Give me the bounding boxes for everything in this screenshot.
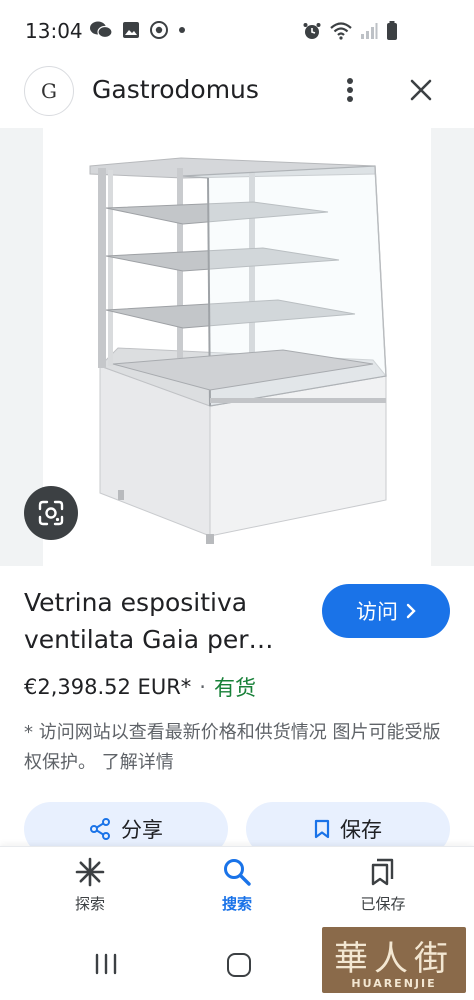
battery-icon xyxy=(387,21,397,40)
share-button-label: 分享 xyxy=(121,818,163,842)
bookmarks-icon xyxy=(371,858,394,886)
bookmark-icon xyxy=(314,819,330,839)
recents-icon[interactable] xyxy=(94,952,118,976)
home-button[interactable] xyxy=(227,953,251,977)
product-title[interactable]: Vetrina espositiva ventilata Gaia per… xyxy=(24,584,314,658)
status-notification-icons xyxy=(90,21,186,39)
bottom-navigation: 探索 搜索 已保存 xyxy=(0,846,474,936)
price-disclaimer: * 访问网站以查看最新价格和供货情况 图片可能受版权保护。 了解详情 xyxy=(24,722,441,773)
watermark-subtext: HUARENJIE xyxy=(351,977,437,990)
product-price: €2,398.52 EUR* xyxy=(24,675,192,699)
visit-button-label: 访问 xyxy=(356,600,398,624)
alarm-icon xyxy=(303,23,321,39)
wifi-icon xyxy=(330,22,352,40)
nav-search[interactable]: 搜索 xyxy=(187,857,287,929)
share-icon xyxy=(90,818,110,840)
close-icon xyxy=(410,79,432,101)
site-logo: G xyxy=(24,66,74,116)
site-title: Gastrodomus xyxy=(92,75,259,104)
site-logo-letter: G xyxy=(41,79,57,103)
price-row: €2,398.52 EUR* · 有货 xyxy=(24,672,256,702)
product-image-area[interactable] xyxy=(0,128,474,566)
nav-saved-label: 已保存 xyxy=(360,895,406,913)
product-image[interactable] xyxy=(43,128,431,566)
stock-status: 有货 xyxy=(213,676,256,700)
nav-discover[interactable]: 探索 xyxy=(40,857,140,929)
status-system-icons xyxy=(302,21,398,41)
chrome-icon xyxy=(150,21,168,39)
nav-saved[interactable]: 已保存 xyxy=(333,857,433,929)
search-icon xyxy=(224,859,251,886)
google-lens-button[interactable] xyxy=(24,486,78,540)
site-header: G Gastrodomus xyxy=(0,60,474,124)
price-separator: · xyxy=(199,675,206,699)
status-bar: 13:04 xyxy=(0,0,474,60)
wechat-icon xyxy=(90,21,112,39)
status-time: 13:04 xyxy=(25,19,83,43)
watermark-logo: 華人街 HUARENJIE xyxy=(322,927,466,993)
nav-search-label: 搜索 xyxy=(221,895,252,913)
watermark-text: 華人街 xyxy=(334,939,454,979)
lens-icon xyxy=(38,500,64,526)
image-icon xyxy=(123,22,139,38)
dot-icon xyxy=(179,27,185,33)
visit-button[interactable]: 访问 xyxy=(322,584,450,638)
save-button-label: 保存 xyxy=(340,818,382,842)
display-case-illustration xyxy=(89,157,387,544)
asterisk-icon xyxy=(75,857,105,887)
chevron-right-icon xyxy=(406,603,416,619)
close-button[interactable] xyxy=(402,70,440,110)
signal-icon xyxy=(361,23,378,39)
more-vert-icon xyxy=(347,78,353,102)
more-options-button[interactable] xyxy=(333,70,367,110)
nav-discover-label: 探索 xyxy=(74,895,105,913)
